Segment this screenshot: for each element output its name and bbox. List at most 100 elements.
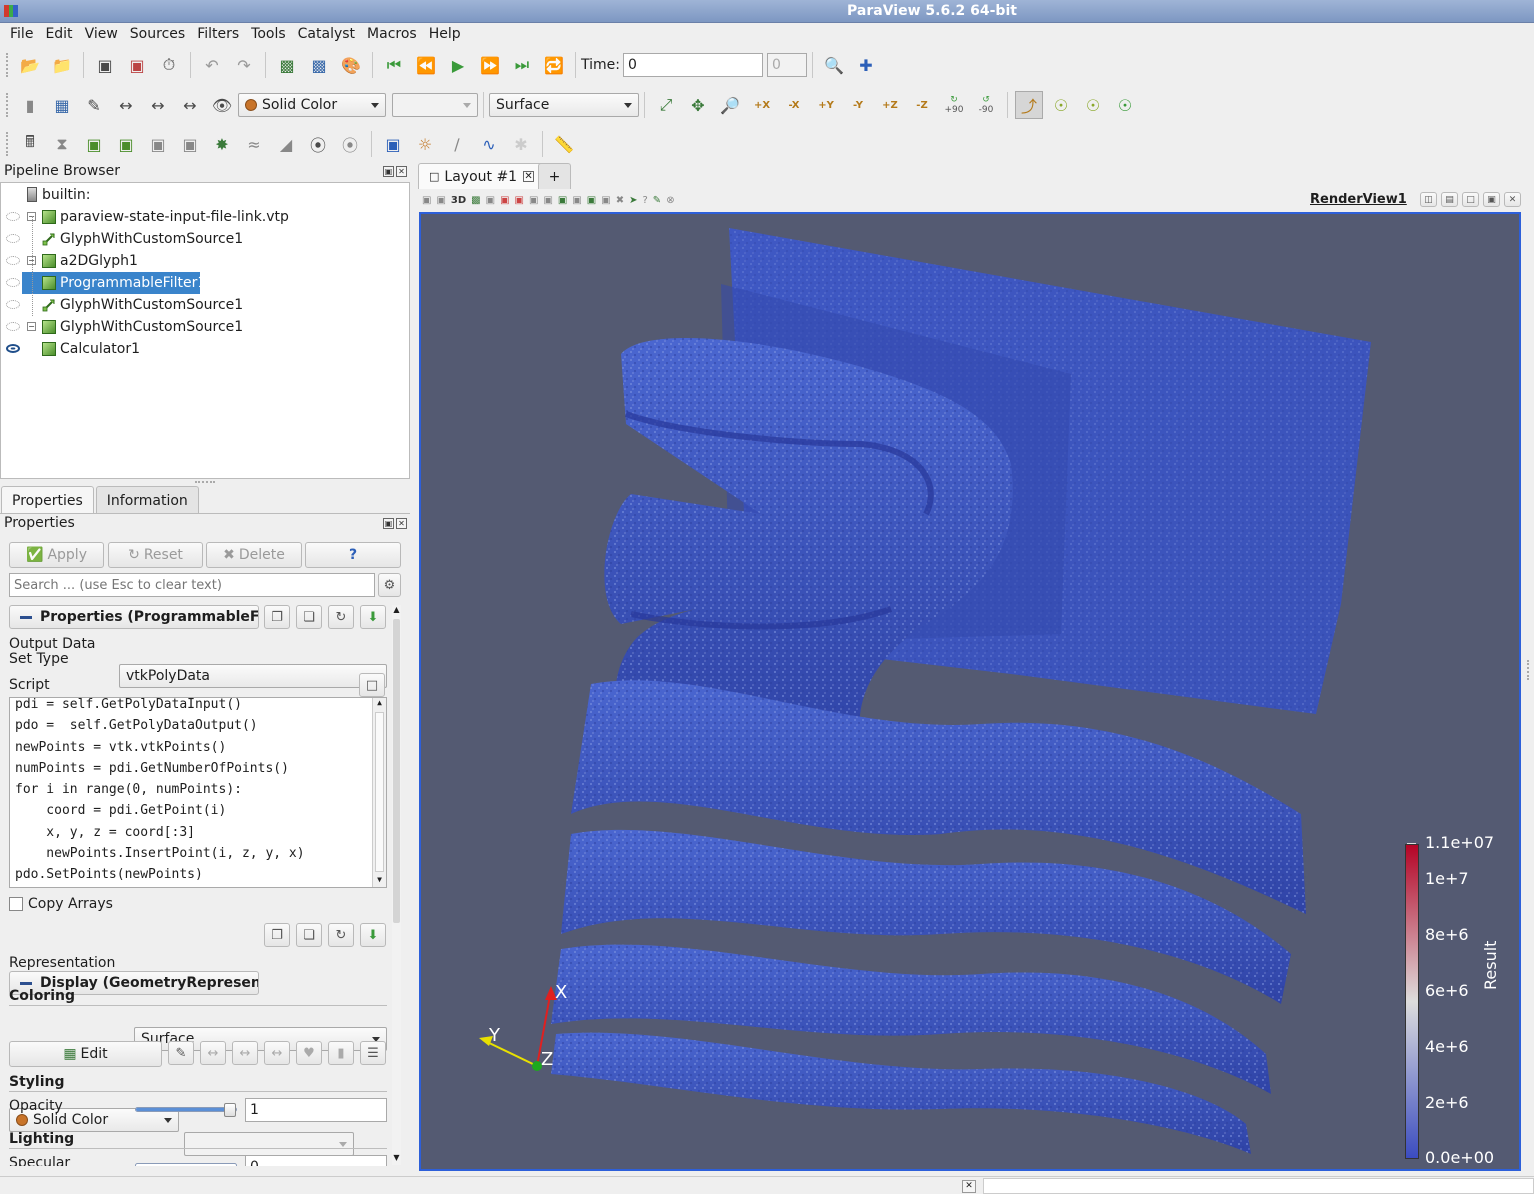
close-view-icon[interactable]: ✕	[1504, 192, 1521, 207]
collapse-icon[interactable]: −	[27, 322, 36, 331]
plot-data-icon[interactable]: ∿	[475, 130, 503, 158]
connect-icon[interactable]: ▣	[91, 51, 119, 79]
copy-arrays-checkbox[interactable]	[9, 897, 23, 911]
query-icon[interactable]: ?	[642, 195, 647, 206]
script-scrollbar[interactable]: ▲ ▼	[372, 698, 386, 887]
toggle-3d-button[interactable]: 3D	[451, 195, 466, 206]
extract-selection-icon[interactable]: ▣	[379, 130, 407, 158]
menu-macros[interactable]: Macros	[361, 26, 423, 42]
play-icon[interactable]: ▶	[444, 51, 472, 79]
copy-icon[interactable]: ❐	[264, 923, 290, 947]
threshold-icon[interactable]: ▣	[144, 130, 172, 158]
view-plus-y-icon[interactable]: +Y	[812, 91, 840, 119]
pipeline-root[interactable]: builtin:	[1, 184, 409, 206]
close-icon[interactable]: ✕	[396, 518, 407, 529]
rescale-visible-icon[interactable]: 👁	[208, 91, 236, 119]
edit-query-icon[interactable]: ✎	[653, 195, 661, 206]
rescale-range-icon[interactable]: ↔	[200, 1041, 226, 1065]
zoom-to-box-icon[interactable]: 🔎	[716, 91, 744, 119]
opacity-input[interactable]: 1	[245, 1098, 387, 1122]
splitter-grip[interactable]	[1527, 660, 1530, 680]
menu-filters[interactable]: Filters	[191, 26, 245, 42]
search-input[interactable]	[9, 573, 375, 597]
eye-icon[interactable]	[6, 344, 20, 353]
properties-scrollbar[interactable]: ▲ ▼	[392, 605, 401, 1165]
rotate-plus-90-icon[interactable]: ↻ +90	[940, 91, 968, 119]
render-view-name[interactable]: RenderView1	[1310, 192, 1407, 207]
opacity-slider[interactable]	[135, 1103, 237, 1117]
color-by-select[interactable]: Solid Color	[238, 93, 386, 117]
first-frame-icon[interactable]: ⏮	[380, 51, 408, 79]
warp-icon[interactable]: ◢	[272, 130, 300, 158]
toggle-colorbar-icon[interactable]: ▮	[16, 91, 44, 119]
menu-catalyst[interactable]: Catalyst	[292, 26, 361, 42]
rotate-minus-90-icon[interactable]: ↺ -90	[972, 91, 1000, 119]
splitter-grip[interactable]	[195, 481, 215, 484]
pipeline-item-selected[interactable]: − ProgrammableFilter1	[1, 272, 409, 294]
visibility-icon[interactable]	[6, 212, 20, 221]
scroll-down-icon[interactable]: ▼	[392, 1153, 401, 1165]
reset-center-icon[interactable]: ☉	[1079, 91, 1107, 119]
close-tab-icon[interactable]: ✕	[523, 171, 535, 182]
visibility-icon[interactable]	[6, 300, 20, 309]
menu-help[interactable]: Help	[423, 26, 467, 42]
add-layout-tab[interactable]: +	[538, 163, 571, 189]
split-vertical-icon[interactable]: ▤	[1441, 192, 1458, 207]
save-defaults-icon[interactable]: ⬇	[360, 605, 386, 629]
pick-center-icon[interactable]: ☉	[1111, 91, 1139, 119]
camera-icon[interactable]: ▩	[471, 195, 480, 206]
gear-icon[interactable]: ⚙	[378, 573, 401, 597]
tab-layout[interactable]: □ Layout #1 ✕	[418, 163, 546, 189]
open-icon[interactable]: 📂	[16, 51, 44, 79]
clear-selection-icon[interactable]: ⊗	[666, 195, 674, 206]
last-frame-icon[interactable]: ⏭	[508, 51, 536, 79]
pipeline-item[interactable]: Calculator1	[1, 338, 409, 360]
component-select[interactable]	[392, 93, 478, 117]
menu-sources[interactable]: Sources	[124, 26, 191, 42]
select-points-icon[interactable]: ▣	[500, 195, 509, 206]
hover-points-icon[interactable]: ▣	[587, 195, 596, 206]
extract-subset-icon[interactable]: ▣	[176, 130, 204, 158]
loop-icon[interactable]: 🔁	[540, 51, 568, 79]
representation-select[interactable]: Surface	[489, 93, 639, 117]
scroll-up-icon[interactable]: ▲	[373, 698, 386, 710]
ruler-icon[interactable]: 📏	[550, 130, 578, 158]
pick-icon[interactable]: ➤	[629, 195, 637, 206]
menu-file[interactable]: File	[4, 26, 39, 42]
choose-preset-icon[interactable]: ✎	[168, 1041, 194, 1065]
pipeline-item[interactable]: GlyphWithCustomSource1	[1, 228, 409, 250]
save-defaults-icon[interactable]: ⬇	[360, 923, 386, 947]
reset-camera-icon[interactable]: ⤢	[652, 91, 680, 119]
zoom-to-data-icon[interactable]: ✥	[684, 91, 712, 119]
glyph-icon[interactable]: ✸	[208, 130, 236, 158]
maximize-icon[interactable]: □	[1462, 192, 1479, 207]
menu-view[interactable]: View	[79, 26, 124, 42]
help-button[interactable]: ?	[305, 542, 401, 568]
show-orientation-axes-icon[interactable]: ⤴	[1015, 91, 1043, 119]
maximize-editor-icon[interactable]: □	[359, 673, 385, 697]
find-data-icon[interactable]: 🔍	[820, 51, 848, 79]
calculator-icon[interactable]: 🖩	[16, 130, 44, 158]
close-icon[interactable]: ✕	[396, 166, 407, 177]
copy-icon[interactable]: ❐	[264, 605, 290, 629]
stream-tracer-icon[interactable]: ≈	[240, 130, 268, 158]
plot-selection-icon[interactable]: ☼	[411, 130, 439, 158]
select-polygon-icon[interactable]: ▣	[558, 195, 567, 206]
rescale-icon[interactable]: ✎	[80, 91, 108, 119]
rescale-temporal-icon[interactable]: ↔	[176, 91, 204, 119]
cell-centers-icon[interactable]: ✱	[507, 130, 535, 158]
add-plugin-icon[interactable]: ✚	[852, 51, 880, 79]
disconnect-icon[interactable]: ▣	[123, 51, 151, 79]
view-plus-x-icon[interactable]: +X	[748, 91, 776, 119]
grow-selection-icon[interactable]: ▣	[601, 195, 610, 206]
auto-apply-icon[interactable]: ⏱	[155, 51, 183, 79]
scroll-thumb[interactable]	[375, 712, 384, 872]
select-interactive-icon[interactable]: ▣	[543, 195, 552, 206]
pipeline-item[interactable]: − GlyphWithCustomSource1	[1, 316, 409, 338]
camera-redo-icon[interactable]: ▩	[305, 51, 333, 79]
time-input[interactable]: 0	[622, 53, 763, 77]
hover-cells-icon[interactable]: ▣	[572, 195, 581, 206]
tab-properties[interactable]: Properties	[1, 486, 94, 514]
edit-colormap-button[interactable]: ▦ Edit	[9, 1041, 162, 1067]
visibility-icon[interactable]	[6, 256, 20, 265]
